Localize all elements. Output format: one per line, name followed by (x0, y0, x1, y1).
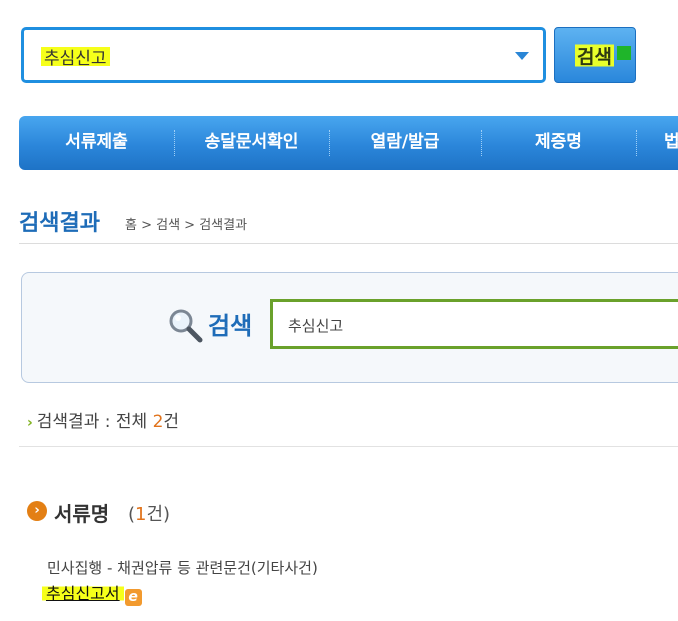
result-summary: › 검색결과 : 전체 2건 (27, 407, 179, 432)
nav-item-certificate[interactable]: 제증명 (481, 116, 636, 170)
highlight-mark (617, 46, 631, 60)
main-nav: 서류제출 송달문서확인 열람/발급 제증명 법 (19, 116, 678, 170)
nav-item-delivery-check[interactable]: 송달문서확인 (174, 116, 329, 170)
search-panel: 검색 추심신고 (21, 272, 678, 383)
nav-item-document-submit[interactable]: 서류제출 (19, 116, 174, 170)
top-search-value: 추심신고 (41, 44, 110, 69)
category-path: 민사집행 - 채권압류 등 관련문건(기타사건) (47, 559, 318, 577)
page-title: 검색결과 (19, 211, 100, 236)
breadcrumb: 홈 > 검색 > 검색결과 (125, 218, 248, 233)
section-count-open: ( (128, 504, 136, 525)
top-search-button-label: 검색 (575, 42, 614, 69)
section-count-value: 1 (135, 504, 147, 525)
result-total-count: 2 (152, 412, 164, 432)
search-panel-input[interactable]: 추심신고 (270, 299, 678, 349)
top-search-button[interactable]: 검색 (554, 27, 636, 83)
section-title: 서류명 (54, 502, 110, 526)
chevron-right-icon: › (27, 415, 33, 431)
nav-item-next[interactable]: 법 (664, 116, 678, 170)
section-bullet-icon: › (27, 501, 47, 521)
document-link[interactable]: 추심신고서 (42, 584, 124, 603)
divider (19, 243, 678, 244)
dropdown-arrow-icon[interactable] (515, 52, 529, 60)
nav-separator (636, 130, 638, 156)
e-form-icon[interactable]: e (124, 589, 142, 606)
section-count-close: 건) (146, 504, 171, 525)
result-summary-suffix: 건 (163, 412, 180, 432)
search-panel-input-value: 추심신고 (288, 317, 344, 335)
nav-item-view-issue[interactable]: 열람/발급 (329, 116, 481, 170)
top-search-select[interactable]: 추심신고 (21, 27, 546, 83)
magnifier-icon (169, 309, 203, 343)
result-summary-prefix: 검색결과 : 전체 (36, 412, 153, 432)
search-panel-label: 검색 (208, 312, 253, 340)
result-item: 추심신고서 e (42, 580, 142, 606)
divider (19, 446, 678, 447)
section-count: (1건) (128, 500, 170, 526)
